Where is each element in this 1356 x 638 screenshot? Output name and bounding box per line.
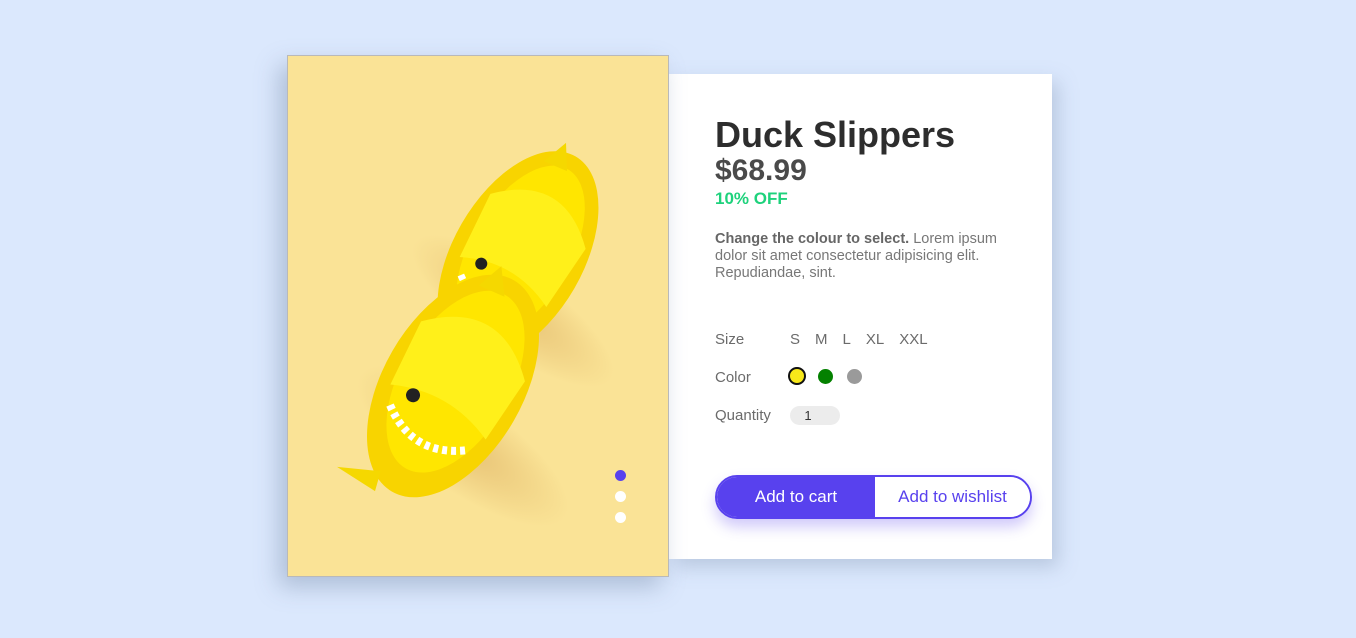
discount-badge: 10% OFF — [715, 189, 788, 208]
add-to-wishlist-button[interactable]: Add to wishlist — [875, 477, 1030, 517]
size-label: Size — [715, 331, 745, 348]
color-swatch-gray[interactable] — [847, 368, 862, 384]
color-label: Color — [715, 369, 751, 386]
product-page: Duck Slippers $68.99 10% OFF Change the … — [0, 0, 1356, 638]
description-emphasis: Change the colour to select. — [715, 231, 910, 247]
size-option-xl[interactable]: XL — [866, 331, 884, 348]
size-option-m[interactable]: M — [815, 331, 828, 348]
color-swatch-yellow[interactable] — [788, 367, 806, 385]
size-option-xxl[interactable]: XXL — [899, 331, 927, 348]
gallery-dot-2[interactable] — [615, 491, 626, 502]
product-price: $68.99 — [715, 154, 807, 187]
product-title: Duck Slippers — [715, 114, 956, 155]
gallery-dots — [615, 470, 626, 533]
product-info-card: Duck Slippers $68.99 10% OFF Change the … — [669, 74, 1052, 559]
size-option-l[interactable]: L — [843, 331, 851, 348]
product-image-card — [287, 55, 669, 577]
color-swatch-green[interactable] — [818, 368, 833, 384]
gallery-dot-1[interactable] — [615, 470, 626, 481]
product-image — [337, 142, 614, 527]
size-option-s[interactable]: S — [790, 331, 800, 348]
gallery-dot-3[interactable] — [615, 512, 626, 523]
size-options: S M L XL XXL — [790, 331, 943, 348]
quantity-label: Quantity — [715, 407, 771, 424]
color-options — [788, 367, 876, 385]
quantity-input[interactable] — [790, 406, 840, 425]
add-to-cart-button[interactable]: Add to cart — [717, 477, 875, 517]
product-description: Change the colour to select. Lorem ipsum… — [715, 231, 1015, 282]
action-buttons: Add to cart Add to wishlist — [715, 475, 1032, 519]
